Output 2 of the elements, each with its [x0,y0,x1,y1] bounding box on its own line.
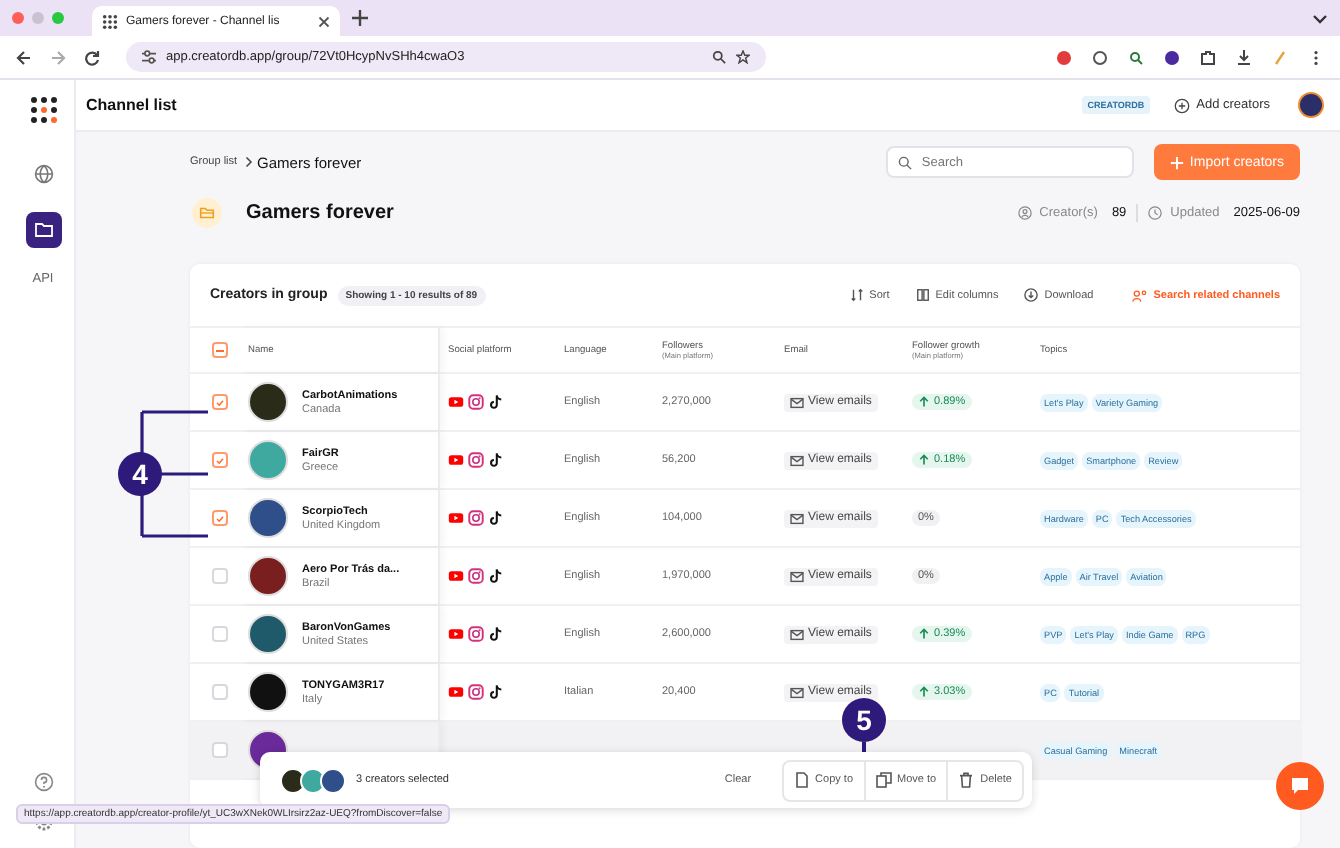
group-title: Gamers forever [246,201,394,223]
page-title: Channel list [86,96,177,114]
